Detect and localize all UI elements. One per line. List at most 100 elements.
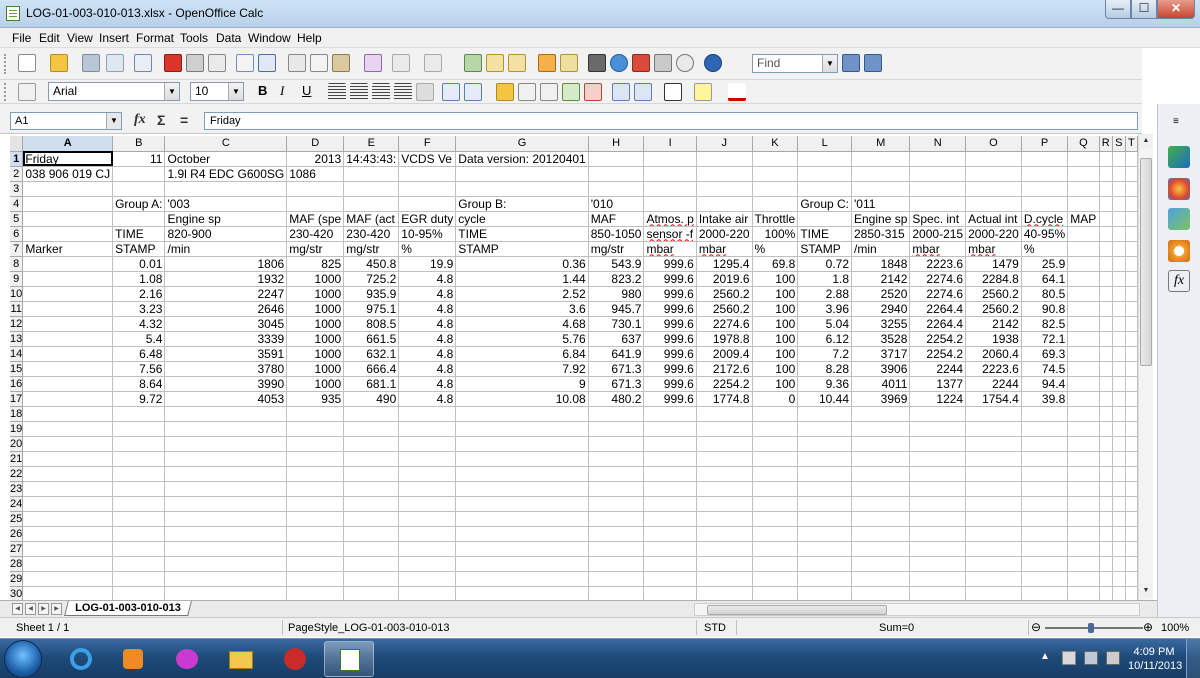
cell[interactable]: 2274.6: [696, 316, 753, 332]
cell[interactable]: 2254.2: [909, 346, 967, 362]
cell[interactable]: 999.6: [643, 391, 697, 407]
cell[interactable]: [1112, 466, 1126, 482]
number-format-icon[interactable]: [540, 83, 558, 101]
row-header[interactable]: 23: [10, 481, 24, 497]
cell[interactable]: 2850-315: [851, 226, 911, 242]
cell[interactable]: 3990: [164, 376, 288, 392]
cell[interactable]: 3780: [164, 361, 288, 377]
cell[interactable]: [1067, 331, 1100, 347]
cell[interactable]: [1125, 436, 1138, 452]
cell[interactable]: [343, 526, 400, 542]
first-sheet-icon[interactable]: ◀: [12, 603, 23, 615]
action-center-icon[interactable]: [1062, 651, 1076, 665]
cell[interactable]: 5.4: [112, 331, 166, 347]
cell[interactable]: 1224: [909, 391, 967, 407]
cell[interactable]: [1112, 286, 1126, 302]
cell[interactable]: [588, 496, 645, 512]
cell[interactable]: [1067, 481, 1100, 497]
cell[interactable]: [1112, 211, 1126, 227]
delete-decimal-icon[interactable]: [584, 83, 602, 101]
sidebar-gallery-icon[interactable]: [1168, 208, 1190, 230]
cell[interactable]: [286, 556, 345, 572]
column-header[interactable]: F: [398, 136, 457, 152]
zoom-level[interactable]: 100%: [1161, 622, 1189, 634]
vertical-align-icon[interactable]: [464, 83, 482, 101]
cell[interactable]: 3255: [851, 316, 911, 332]
cell[interactable]: [286, 451, 345, 467]
new-document-icon[interactable]: [18, 54, 36, 72]
hyperlink-icon[interactable]: [464, 54, 482, 72]
cell[interactable]: [643, 196, 697, 212]
cell[interactable]: [1099, 286, 1113, 302]
cell[interactable]: [286, 496, 345, 512]
cell[interactable]: [343, 541, 400, 557]
cell[interactable]: [965, 166, 1022, 182]
cell[interactable]: [851, 541, 911, 557]
cell[interactable]: [909, 496, 967, 512]
cell[interactable]: [398, 196, 457, 212]
cell[interactable]: [965, 481, 1022, 497]
cell[interactable]: [909, 196, 967, 212]
cell[interactable]: [752, 436, 799, 452]
cell[interactable]: 2560.2: [696, 301, 753, 317]
cell[interactable]: [343, 466, 400, 482]
cell[interactable]: [1112, 346, 1126, 362]
cell[interactable]: 230-420: [286, 226, 345, 242]
cell[interactable]: Group C:: [797, 196, 852, 212]
cell[interactable]: [696, 406, 753, 422]
menu-format[interactable]: Format: [136, 31, 174, 45]
cell[interactable]: [909, 421, 967, 437]
cell[interactable]: mg/str: [286, 241, 345, 257]
menu-view[interactable]: View: [67, 31, 93, 45]
cell[interactable]: [164, 541, 288, 557]
font-dropdown-arrow-icon[interactable]: ▼: [164, 83, 179, 100]
cell[interactable]: [1112, 451, 1126, 467]
cell[interactable]: [797, 541, 852, 557]
cell[interactable]: [909, 586, 967, 600]
cell[interactable]: 2274.6: [909, 286, 967, 302]
cell[interactable]: [286, 436, 345, 452]
cell[interactable]: [455, 556, 589, 572]
cell[interactable]: 1295.4: [696, 256, 753, 272]
cell[interactable]: [455, 181, 589, 197]
sheet-tab[interactable]: LOG-01-003-010-013: [64, 601, 192, 616]
cell[interactable]: [1125, 451, 1138, 467]
cell[interactable]: [909, 481, 967, 497]
cell[interactable]: [696, 151, 753, 167]
cell[interactable]: [588, 451, 645, 467]
menu-window[interactable]: Window: [248, 31, 291, 45]
row-header[interactable]: 27: [10, 541, 24, 557]
cell[interactable]: [588, 166, 645, 182]
cell[interactable]: [1021, 196, 1069, 212]
cell[interactable]: [797, 451, 852, 467]
cell[interactable]: 69.3: [1021, 346, 1069, 362]
cell[interactable]: 2560.2: [965, 301, 1022, 317]
cell[interactable]: [696, 571, 753, 587]
cell[interactable]: [752, 481, 799, 497]
cell[interactable]: [1099, 301, 1113, 317]
cell[interactable]: [1112, 241, 1126, 257]
cell[interactable]: [455, 166, 589, 182]
cell[interactable]: Data version: 20120401: [455, 151, 589, 167]
cell[interactable]: [343, 421, 400, 437]
cell[interactable]: [22, 211, 114, 227]
cell[interactable]: [22, 331, 114, 347]
cell[interactable]: [22, 316, 114, 332]
cell[interactable]: 0: [752, 391, 799, 407]
cell[interactable]: [1112, 586, 1126, 600]
cell[interactable]: [455, 466, 589, 482]
cell[interactable]: 632.1: [343, 346, 400, 362]
zoom-slider[interactable]: [1045, 623, 1143, 633]
cell[interactable]: 4.8: [398, 286, 457, 302]
row-header[interactable]: 17: [10, 391, 24, 407]
cell[interactable]: 2000-215: [909, 226, 967, 242]
cell[interactable]: [588, 436, 645, 452]
cell[interactable]: [1125, 391, 1138, 407]
row-header[interactable]: 3: [10, 181, 24, 197]
cell[interactable]: [797, 406, 852, 422]
cell[interactable]: [1112, 181, 1126, 197]
cell[interactable]: [643, 481, 697, 497]
cell[interactable]: [1067, 226, 1100, 242]
cell[interactable]: 999.6: [643, 316, 697, 332]
messenger-icon[interactable]: [162, 641, 212, 677]
